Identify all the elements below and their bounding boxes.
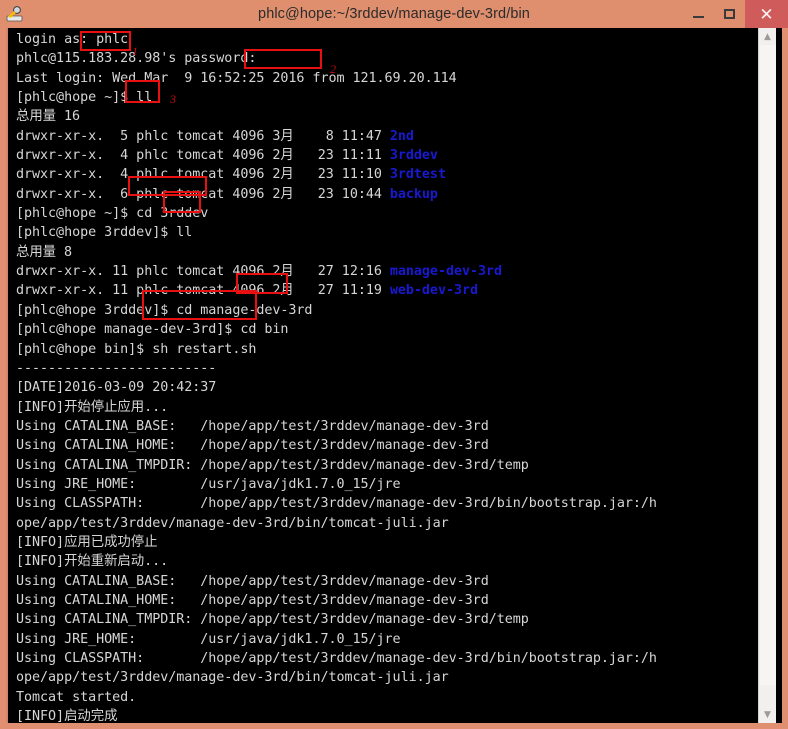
terminal-line: [phlc@hope ~]$ ll <box>16 90 153 106</box>
terminal-line: [DATE]2016-03-09 20:42:37 <box>16 380 217 396</box>
terminal-line: Using CATALINA_HOME: /hope/app/test/3rdd… <box>16 438 489 454</box>
terminal-line: ------------------------- <box>16 360 217 376</box>
terminal-line: [INFO]开始重新启动... <box>16 554 169 570</box>
terminal-line: drwxr-xr-x. 6 phlc tomcat 4096 2月 23 10:… <box>16 186 438 202</box>
terminal-line: Using CATALINA_TMPDIR: /hope/app/test/3r… <box>16 457 529 473</box>
terminal-line: drwxr-xr-x. 11 phlc tomcat 4096 2月 27 11… <box>16 283 479 299</box>
terminal-line: login as: phlc <box>16 32 129 47</box>
terminal-line: [INFO]应用已成功停止 <box>16 534 158 550</box>
terminal-line: Using CLASSPATH: /hope/app/test/3rddev/m… <box>16 496 657 512</box>
terminal-frame: login as: phlc phlc@115.183.28.98's passw… <box>6 28 782 723</box>
terminal-screen[interactable]: login as: phlc phlc@115.183.28.98's passw… <box>10 28 762 723</box>
putty-terminal-window: phlc@hope:~/3rddev/manage-dev-3rd/bin ✕ … <box>0 0 788 729</box>
terminal-line: [INFO]启动完成 <box>16 709 118 723</box>
terminal-line: ope/app/test/3rddev/manage-dev-3rd/bin/t… <box>16 670 449 686</box>
terminal-line: 总用量 8 <box>16 244 73 260</box>
window-titlebar[interactable]: phlc@hope:~/3rddev/manage-dev-3rd/bin ✕ <box>0 0 788 28</box>
terminal-line: 总用量 16 <box>16 109 81 125</box>
terminal-line: Using CLASSPATH: /hope/app/test/3rddev/m… <box>16 651 657 666</box>
terminal-line: phlc@115.183.28.98's password: <box>16 51 257 67</box>
terminal-line: Tomcat started. <box>16 689 137 705</box>
terminal-line: [phlc@hope manage-dev-3rd]$ cd bin <box>16 322 289 338</box>
minimize-icon <box>692 16 704 18</box>
maximize-button[interactable] <box>714 0 744 28</box>
directory-name: 2nd <box>389 128 414 144</box>
window-title: phlc@hope:~/3rddev/manage-dev-3rd/bin <box>258 6 530 22</box>
scroll-up-icon[interactable]: ▲ <box>759 28 776 45</box>
terminal-line: Last login: Wed Mar 9 16:52:25 2016 from… <box>16 70 457 86</box>
terminal-line: Using CATALINA_BASE: /hope/app/test/3rdd… <box>16 573 489 589</box>
terminal-line: [phlc@hope 3rddev]$ cd manage-dev-3rd <box>16 302 313 318</box>
terminal-line: Using CATALINA_HOME: /hope/app/test/3rdd… <box>16 592 489 608</box>
terminal-line: [phlc@hope bin]$ sh restart.sh <box>16 341 257 357</box>
terminal-line: Using CATALINA_BASE: /hope/app/test/3rdd… <box>16 418 489 434</box>
directory-name: 3rddev <box>389 148 438 164</box>
terminal-line: [INFO]开始停止应用... <box>16 399 169 415</box>
terminal-line: Using JRE_HOME: /usr/java/jdk1.7.0_15/jr… <box>16 476 401 492</box>
directory-name: web-dev-3rd <box>389 283 479 299</box>
maximize-icon <box>723 9 735 19</box>
terminal-line: drwxr-xr-x. 11 phlc tomcat 4096 2月 27 12… <box>16 264 503 280</box>
directory-name: backup <box>389 186 438 202</box>
terminal-line: [phlc@hope ~]$ cd 3rddev <box>16 206 209 222</box>
terminal-text: login as: phlc phlc@115.183.28.98's passw… <box>16 30 762 723</box>
scrollbar-thumb[interactable] <box>760 45 776 685</box>
terminal-line: drwxr-xr-x. 5 phlc tomcat 4096 3月 8 11:4… <box>16 128 414 144</box>
terminal-scrollbar[interactable]: ▲ ▼ <box>758 28 776 723</box>
close-icon: ✕ <box>759 4 774 24</box>
close-button[interactable]: ✕ <box>745 0 788 28</box>
minimize-button[interactable] <box>683 0 713 28</box>
terminal-line: drwxr-xr-x. 4 phlc tomcat 4096 2月 23 11:… <box>16 148 438 164</box>
directory-name: 3rdtest <box>389 167 446 183</box>
terminal-line: Using JRE_HOME: /usr/java/jdk1.7.0_15/jr… <box>16 631 401 647</box>
terminal-line: [phlc@hope 3rddev]$ ll <box>16 225 193 241</box>
terminal-line: ope/app/test/3rddev/manage-dev-3rd/bin/t… <box>16 515 449 531</box>
scroll-down-icon[interactable]: ▼ <box>759 706 776 723</box>
terminal-line: Using CATALINA_TMPDIR: /hope/app/test/3r… <box>16 612 529 628</box>
directory-name: manage-dev-3rd <box>389 264 503 280</box>
terminal-line: drwxr-xr-x. 4 phlc tomcat 4096 2月 23 11:… <box>16 167 446 183</box>
